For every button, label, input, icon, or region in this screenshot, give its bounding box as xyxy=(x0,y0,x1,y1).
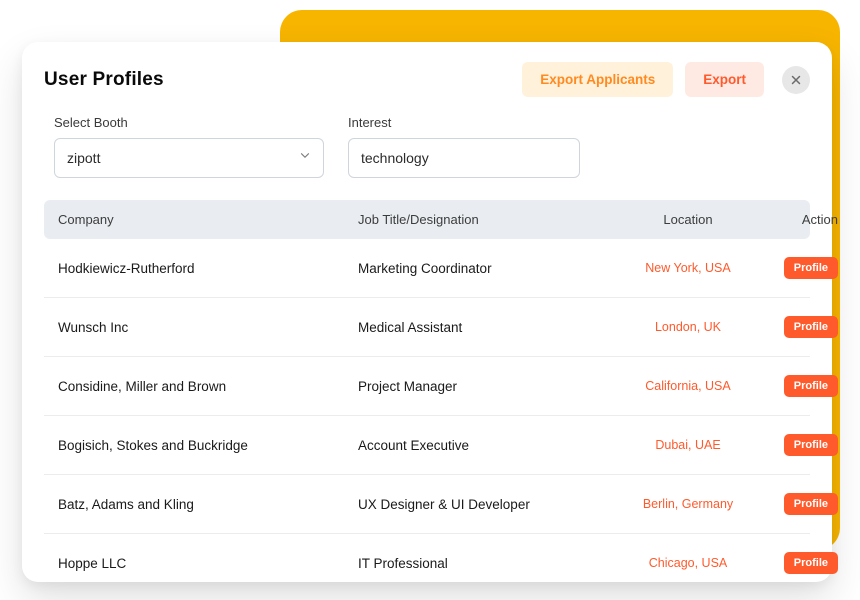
cell-location: Dubai, UAE xyxy=(608,438,768,452)
filter-booth-label: Select Booth xyxy=(54,115,324,130)
cell-action: Profile xyxy=(768,257,838,279)
cell-action: Profile xyxy=(768,316,838,338)
booth-select[interactable]: zipott xyxy=(54,138,324,178)
profile-button[interactable]: Profile xyxy=(784,375,838,397)
cell-location: Chicago, USA xyxy=(608,556,768,570)
close-button[interactable] xyxy=(782,66,810,94)
cell-action: Profile xyxy=(768,493,838,515)
profile-button[interactable]: Profile xyxy=(784,434,838,456)
cell-company: Considine, Miller and Brown xyxy=(58,379,358,394)
col-location: Location xyxy=(608,212,768,227)
table-row: Bogisich, Stokes and BuckridgeAccount Ex… xyxy=(44,416,810,475)
cell-company: Hodkiewicz-Rutherford xyxy=(58,261,358,276)
cell-job-title: Project Manager xyxy=(358,379,608,394)
cell-company: Batz, Adams and Kling xyxy=(58,497,358,512)
panel-header: User Profiles Export Applicants Export xyxy=(44,62,810,97)
interest-input[interactable] xyxy=(348,138,580,178)
profile-button[interactable]: Profile xyxy=(784,257,838,279)
cell-job-title: IT Professional xyxy=(358,556,608,571)
cell-location: London, UK xyxy=(608,320,768,334)
export-button[interactable]: Export xyxy=(685,62,764,97)
table-header: Company Job Title/Designation Location A… xyxy=(44,200,810,239)
profiles-table: Company Job Title/Designation Location A… xyxy=(44,200,810,592)
cell-location: California, USA xyxy=(608,379,768,393)
table-row: Hodkiewicz-RutherfordMarketing Coordinat… xyxy=(44,239,810,298)
table-row: Hoppe LLCIT ProfessionalChicago, USAProf… xyxy=(44,534,810,592)
cell-company: Bogisich, Stokes and Buckridge xyxy=(58,438,358,453)
filter-interest: Interest xyxy=(348,115,580,178)
profile-button[interactable]: Profile xyxy=(784,316,838,338)
cell-action: Profile xyxy=(768,552,838,574)
cell-job-title: Marketing Coordinator xyxy=(358,261,608,276)
filter-interest-label: Interest xyxy=(348,115,580,130)
profile-button[interactable]: Profile xyxy=(784,493,838,515)
cell-job-title: UX Designer & UI Developer xyxy=(358,497,608,512)
filters: Select Booth zipott Interest xyxy=(44,115,810,178)
cell-company: Hoppe LLC xyxy=(58,556,358,571)
col-company: Company xyxy=(58,212,358,227)
interest-input-wrap xyxy=(348,138,580,178)
table-row: Considine, Miller and BrownProject Manag… xyxy=(44,357,810,416)
cell-job-title: Account Executive xyxy=(358,438,608,453)
cell-action: Profile xyxy=(768,375,838,397)
table-body: Hodkiewicz-RutherfordMarketing Coordinat… xyxy=(44,239,810,592)
page-title: User Profiles xyxy=(44,69,164,91)
export-applicants-button[interactable]: Export Applicants xyxy=(522,62,673,97)
user-profiles-panel: User Profiles Export Applicants Export S… xyxy=(22,42,832,582)
profile-button[interactable]: Profile xyxy=(784,552,838,574)
cell-action: Profile xyxy=(768,434,838,456)
filter-booth: Select Booth zipott xyxy=(54,115,324,178)
booth-select-wrap: zipott xyxy=(54,138,324,178)
cell-location: Berlin, Germany xyxy=(608,497,768,511)
col-action: Action xyxy=(768,212,838,227)
cell-company: Wunsch Inc xyxy=(58,320,358,335)
cell-job-title: Medical Assistant xyxy=(358,320,608,335)
header-actions: Export Applicants Export xyxy=(522,62,810,97)
close-icon xyxy=(790,74,802,86)
table-row: Wunsch IncMedical AssistantLondon, UKPro… xyxy=(44,298,810,357)
col-job: Job Title/Designation xyxy=(358,212,608,227)
table-row: Batz, Adams and KlingUX Designer & UI De… xyxy=(44,475,810,534)
cell-location: New York, USA xyxy=(608,261,768,275)
